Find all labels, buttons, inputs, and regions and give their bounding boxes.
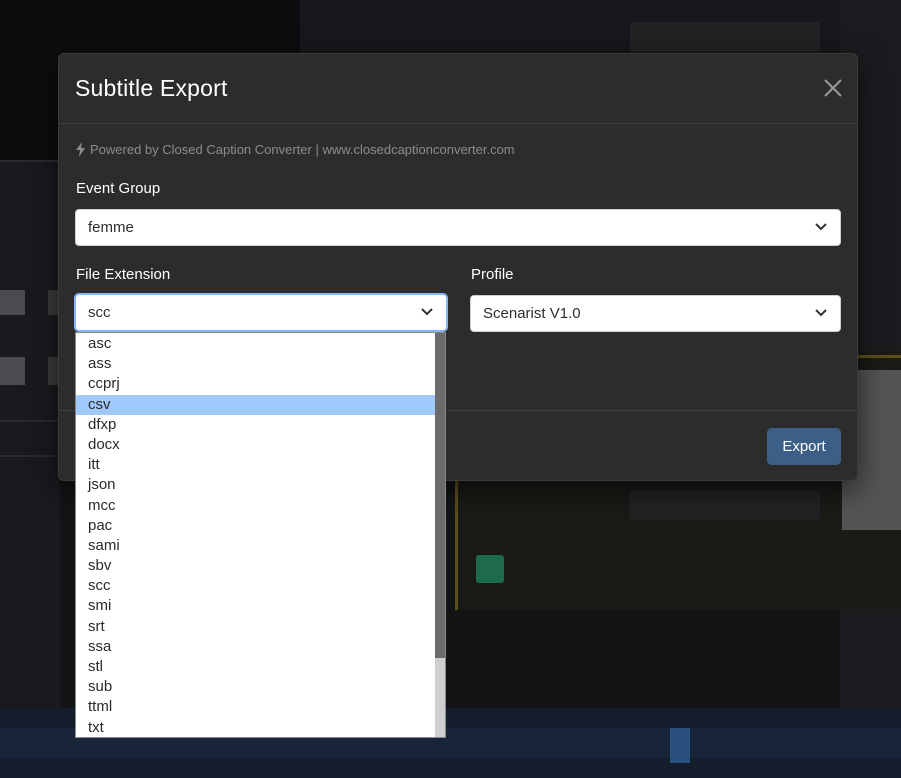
bolt-icon [76,142,85,157]
close-button[interactable] [823,78,843,98]
list-item[interactable]: sami [76,536,435,556]
bg-control-group [630,490,820,520]
list-item[interactable]: ssa [76,637,435,657]
bg-divider [0,160,60,162]
profile-value: Scenarist V1.0 [483,305,581,322]
list-item[interactable]: sub [76,677,435,697]
list-item[interactable]: txt [76,718,435,737]
modal-title: Subtitle Export [75,75,228,101]
bg-divider [0,455,60,457]
list-item[interactable]: scc [76,576,435,596]
list-item[interactable]: ttml [76,697,435,717]
list-item-highlighted[interactable]: csv [76,394,435,415]
list-item[interactable]: srt [76,617,435,637]
profile-select[interactable]: Scenarist V1.0 [470,295,841,332]
list-item[interactable]: asc [76,334,435,354]
bg-thumbnail [0,290,25,315]
list-item[interactable]: ass [76,354,435,374]
bg-left-panel [0,160,60,720]
list-item[interactable]: stl [76,657,435,677]
dropdown-list: asc ass ccprj csv dfxp docx itt json mcc… [76,334,435,737]
bg-control-group [630,22,820,52]
list-item[interactable]: ccprj [76,374,435,394]
file-extension-dropdown[interactable]: asc ass ccprj csv dfxp docx itt json mcc… [75,332,446,738]
dropdown-scrollbar[interactable] [435,333,445,737]
close-icon [824,79,842,97]
powered-by-note: Powered by Closed Caption Converter | ww… [76,142,515,157]
event-group-value: femme [88,219,134,236]
list-item[interactable]: itt [76,455,435,475]
file-extension-value: scc [88,304,111,321]
list-item[interactable]: json [76,475,435,495]
chevron-down-icon [421,308,433,316]
file-extension-label: File Extension [76,266,171,283]
bg-green-button [476,555,504,583]
list-item[interactable]: docx [76,435,435,455]
chevron-down-icon [815,309,827,317]
modal-header: Subtitle Export [59,54,857,124]
scrollbar-thumb[interactable] [435,333,445,658]
bg-thumbnail [0,357,25,385]
list-item[interactable]: mcc [76,496,435,516]
list-item[interactable]: sbv [76,556,435,576]
profile-label: Profile [471,266,514,283]
event-group-label: Event Group [76,180,161,197]
powered-by-text: Powered by Closed Caption Converter | ww… [90,142,515,157]
bg-divider [0,420,60,422]
export-button[interactable]: Export [767,428,841,465]
list-item[interactable]: smi [76,596,435,616]
list-item[interactable]: pac [76,516,435,536]
bg-bottom-marker [670,728,690,763]
list-item[interactable]: dfxp [76,415,435,435]
event-group-select[interactable]: femme [75,209,841,246]
chevron-down-icon [815,223,827,231]
file-extension-select[interactable]: scc [75,294,447,331]
